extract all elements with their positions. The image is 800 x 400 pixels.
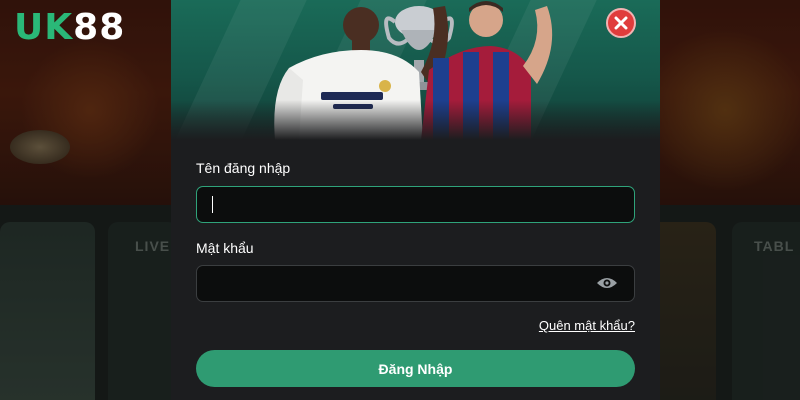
password-input[interactable] [196, 265, 635, 302]
logo-digits: 88 [73, 7, 126, 48]
text-cursor [212, 196, 213, 213]
eye-icon[interactable] [596, 275, 618, 291]
uk88-logo: UK88 [14, 8, 125, 48]
close-button[interactable] [606, 8, 636, 38]
username-label: Tên đăng nhập [196, 160, 291, 176]
close-icon [614, 16, 628, 30]
login-button[interactable]: Đăng Nhập [196, 350, 635, 387]
login-modal: Tên đăng nhập Mật khẩu Quên mật khẩu? Đă… [171, 0, 660, 400]
username-input[interactable] [196, 186, 635, 223]
promo-banner-image [171, 0, 660, 140]
password-label: Mật khẩu [196, 240, 254, 256]
forgot-password-link[interactable]: Quên mật khẩu? [539, 318, 635, 333]
logo-letters: UK [14, 7, 74, 48]
